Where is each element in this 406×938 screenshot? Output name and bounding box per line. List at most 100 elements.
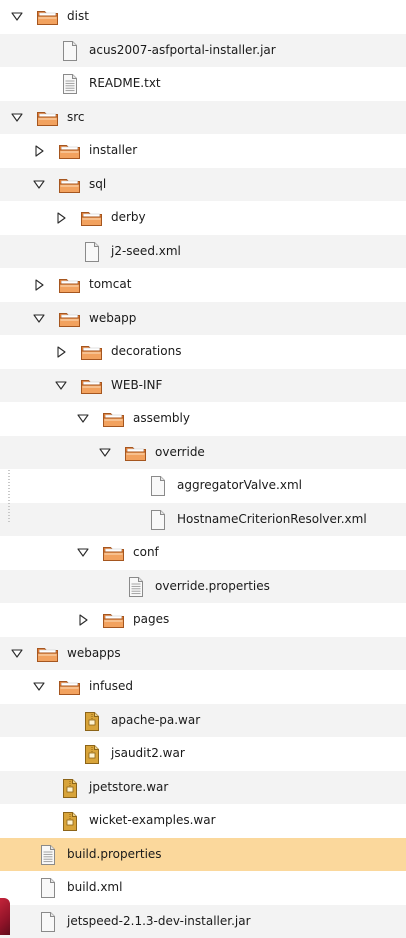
text-file-icon [124,577,148,597]
tree-item-label: aggregatorValve.xml [177,478,302,492]
folder-icon [58,141,82,161]
expander-open-icon[interactable] [10,10,24,24]
file-icon [80,242,104,262]
text-file-icon [36,845,60,865]
tree-row[interactable]: installer [0,134,406,168]
expander-open-icon[interactable] [76,412,90,426]
folder-icon [102,409,126,429]
tree-row[interactable]: webapps [0,637,406,671]
tree-item-label: pages [133,612,169,626]
expander-closed-icon[interactable] [54,345,68,359]
tree-row[interactable]: decorations [0,335,406,369]
expander-closed-icon[interactable] [54,211,68,225]
tree-row[interactable]: derby [0,201,406,235]
tree-row[interactable]: tomcat [0,268,406,302]
tree-row[interactable]: apache-pa.war [0,704,406,738]
folder-icon [58,175,82,195]
expander-open-icon[interactable] [76,546,90,560]
folder-icon [124,443,148,463]
background-decoration [0,898,10,935]
tree-item-label: build.properties [67,847,162,861]
tree-row[interactable]: jpetstore.war [0,771,406,805]
tree-row[interactable]: src [0,101,406,135]
folder-icon [36,644,60,664]
tree-row[interactable]: pages [0,603,406,637]
tree-row[interactable]: acus2007-asfportal-installer.jar [0,34,406,68]
tree-row[interactable]: README.txt [0,67,406,101]
file-tree[interactable]: dist acus2007-asfportal-installer.jar READ… [0,0,406,935]
tree-row[interactable]: jetspeed-2.1.3-dev-installer.jar [0,905,406,938]
archive-icon [80,711,104,731]
expander-open-icon[interactable] [10,111,24,125]
tree-item-label: webapps [67,646,121,660]
tree-row[interactable]: HostnameCriterionResolver.xml [0,503,406,537]
tree-item-label: assembly [133,411,190,425]
tree-row[interactable]: sql [0,168,406,202]
expander-closed-icon[interactable] [32,278,46,292]
tree-row[interactable]: override.properties [0,570,406,604]
tree-item-label: derby [111,210,146,224]
tree-item-label: jetspeed-2.1.3-dev-installer.jar [67,914,251,928]
tree-row[interactable]: override [0,436,406,470]
folder-icon [58,677,82,697]
tree-row[interactable]: aggregatorValve.xml [0,469,406,503]
folder-icon [102,610,126,630]
file-icon [36,878,60,898]
resize-grip [8,470,10,524]
file-icon [146,510,170,530]
file-icon [58,41,82,61]
tree-item-label: apache-pa.war [111,713,200,727]
folder-icon [36,108,60,128]
file-icon [36,912,60,932]
folder-icon [80,208,104,228]
tree-row[interactable]: WEB-INF [0,369,406,403]
tree-item-label: HostnameCriterionResolver.xml [177,512,367,526]
tree-row[interactable]: wicket-examples.war [0,804,406,838]
expander-open-icon[interactable] [54,379,68,393]
archive-icon [80,744,104,764]
folder-icon [80,342,104,362]
tree-item-label: j2-seed.xml [111,244,181,258]
tree-row[interactable]: conf [0,536,406,570]
tree-item-label: wicket-examples.war [89,813,216,827]
expander-open-icon[interactable] [98,446,112,460]
tree-item-label: tomcat [89,277,131,291]
tree-row[interactable]: build.properties [0,838,406,872]
tree-item-label: build.xml [67,880,122,894]
expander-open-icon[interactable] [32,680,46,694]
text-file-icon [58,74,82,94]
tree-row[interactable]: build.xml [0,871,406,905]
folder-icon [102,543,126,563]
folder-icon [58,309,82,329]
tree-item-label: jsaudit2.war [111,746,185,760]
tree-item-label: override [155,445,205,459]
tree-item-label: installer [89,143,137,157]
file-icon [146,476,170,496]
tree-item-label: jpetstore.war [89,780,168,794]
tree-item-label: src [67,110,85,124]
tree-row[interactable]: webapp [0,302,406,336]
expander-open-icon[interactable] [32,312,46,326]
tree-row[interactable]: assembly [0,402,406,436]
folder-icon [80,376,104,396]
expander-closed-icon[interactable] [76,613,90,627]
folder-icon [36,7,60,27]
tree-item-label: webapp [89,311,136,325]
tree-item-label: override.properties [155,579,270,593]
expander-closed-icon[interactable] [32,144,46,158]
expander-open-icon[interactable] [10,647,24,661]
tree-item-label: sql [89,177,106,191]
tree-item-label: dist [67,9,89,23]
tree-row[interactable]: j2-seed.xml [0,235,406,269]
folder-icon [58,275,82,295]
tree-row[interactable]: infused [0,670,406,704]
expander-open-icon[interactable] [32,178,46,192]
tree-item-label: acus2007-asfportal-installer.jar [89,43,276,57]
tree-row[interactable]: jsaudit2.war [0,737,406,771]
archive-icon [58,778,82,798]
tree-item-label: conf [133,545,159,559]
archive-icon [58,811,82,831]
tree-item-label: decorations [111,344,181,358]
tree-row[interactable]: dist [0,0,406,34]
tree-item-label: infused [89,679,133,693]
